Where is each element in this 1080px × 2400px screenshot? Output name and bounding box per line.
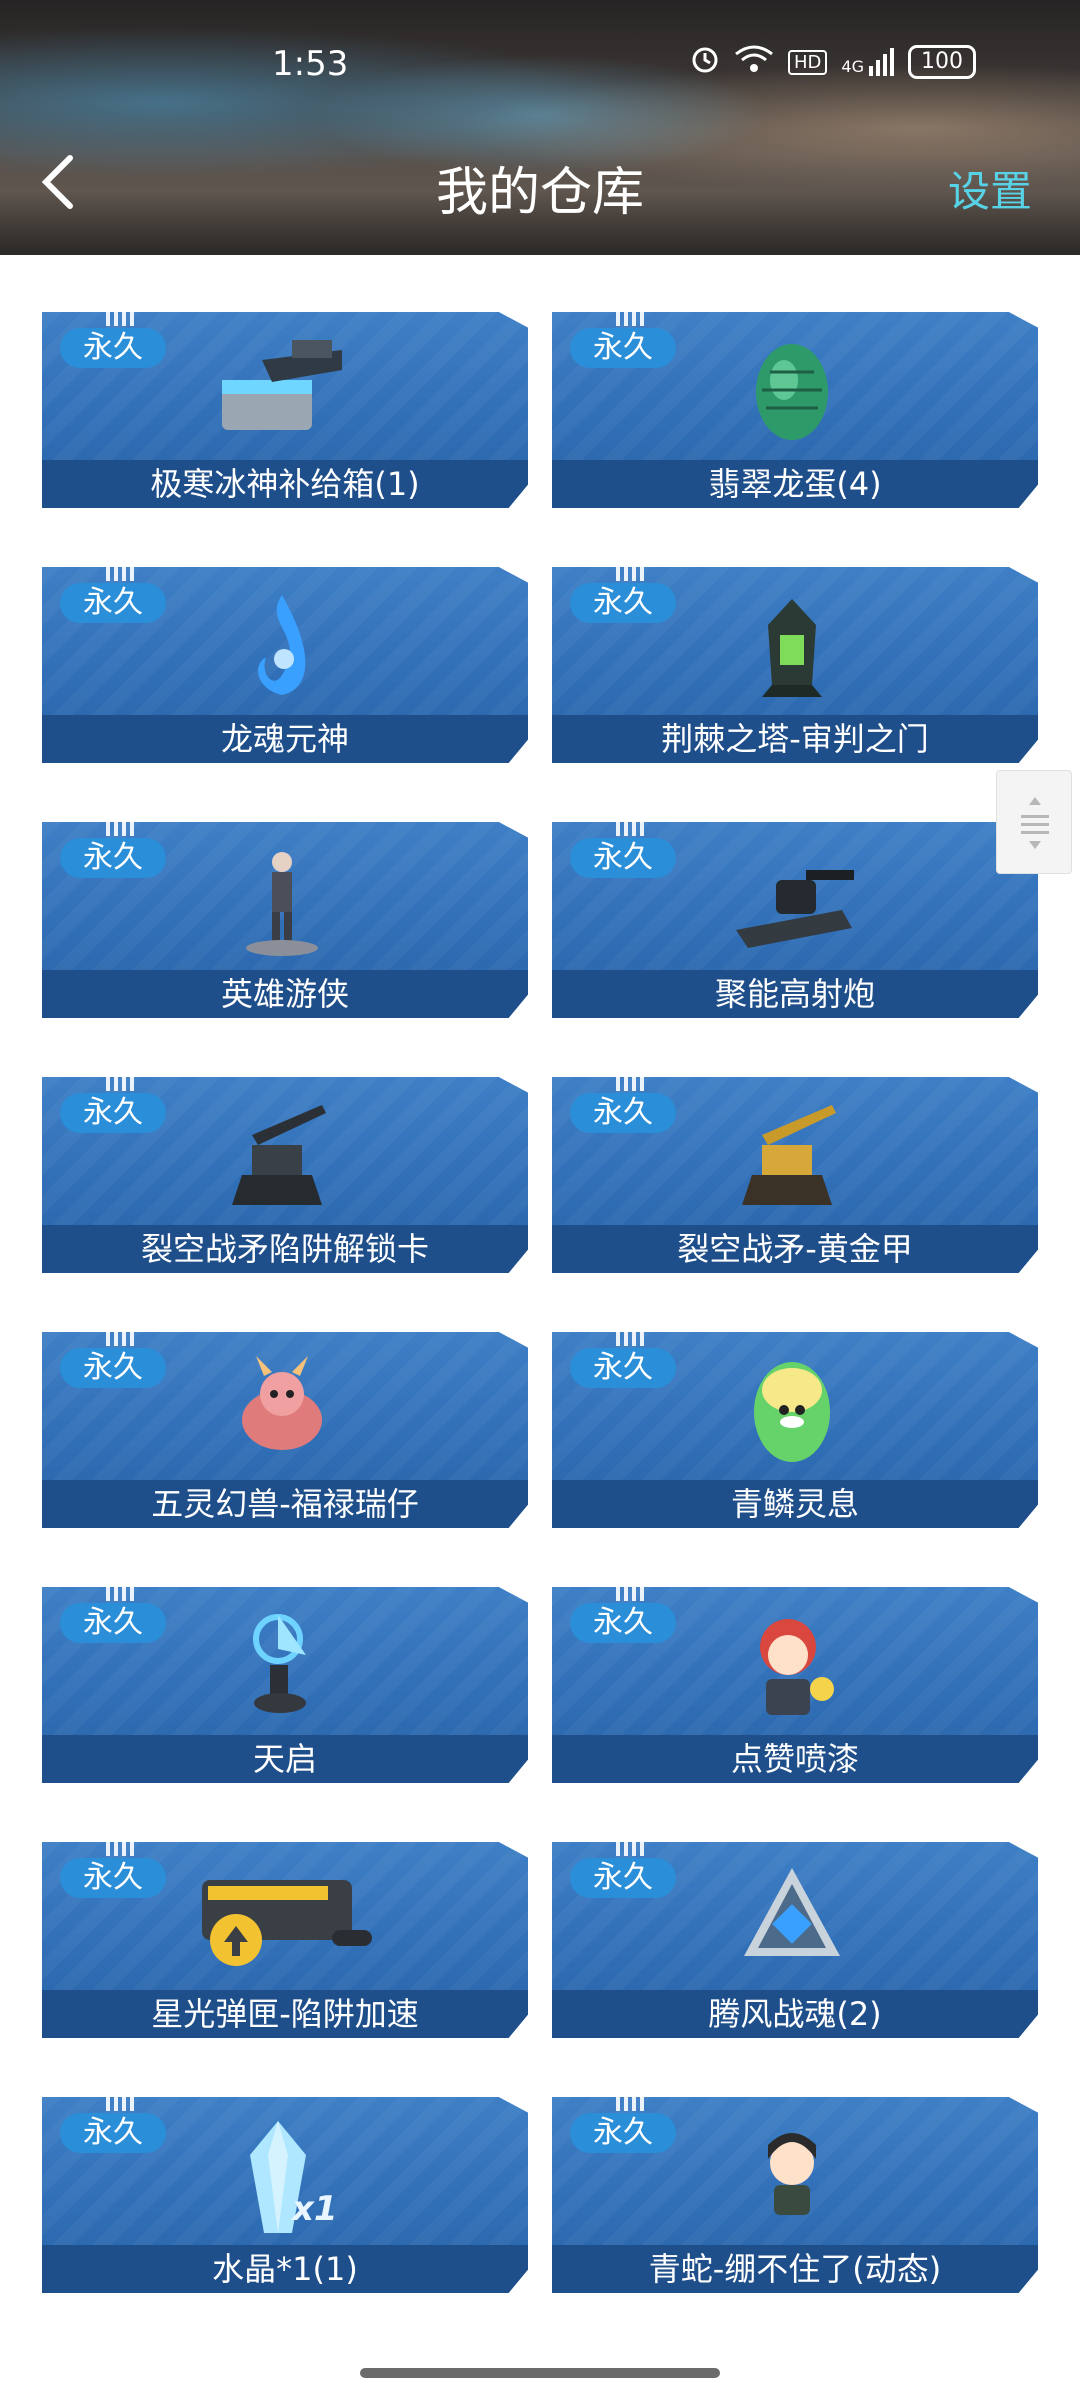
item-name: 腾风战魂(2) bbox=[552, 1990, 1038, 2038]
permanent-tag: 永久 bbox=[570, 583, 676, 623]
alarm-icon bbox=[690, 44, 720, 80]
item-name: 青蛇-绷不住了(动态) bbox=[552, 2245, 1038, 2293]
avatar-sticker-icon bbox=[722, 2115, 862, 2235]
dragon-egg-icon bbox=[722, 330, 862, 450]
apocalypse-tower-icon bbox=[212, 1605, 352, 1725]
card-notch bbox=[616, 1587, 648, 1601]
status-icons: HD 4G 100 bbox=[690, 44, 976, 80]
signal-icon: 4G bbox=[841, 48, 894, 76]
permanent-tag: 永久 bbox=[60, 1093, 166, 1133]
card-notch bbox=[616, 312, 648, 326]
item-name: 英雄游侠 bbox=[42, 970, 528, 1018]
item-name: 五灵幻兽-福禄瑞仔 bbox=[42, 1480, 528, 1528]
wifi-icon bbox=[734, 44, 774, 80]
item-card[interactable]: 永久 英雄游侠 bbox=[42, 822, 528, 1018]
permanent-tag: 永久 bbox=[570, 838, 676, 878]
supply-box-icon bbox=[212, 330, 352, 450]
permanent-tag: 永久 bbox=[60, 328, 166, 368]
permanent-tag: 永久 bbox=[570, 2113, 676, 2153]
item-card[interactable]: 永久 龙魂元神 bbox=[42, 567, 528, 763]
golden-turret-icon bbox=[722, 1095, 862, 1215]
tower-icon bbox=[722, 585, 862, 705]
item-name: 翡翠龙蛋(4) bbox=[552, 460, 1038, 508]
like-spray-icon bbox=[722, 1605, 862, 1725]
item-card[interactable]: 永久 青鳞灵息 bbox=[552, 1332, 1038, 1528]
item-card[interactable]: 永久 腾风战魂(2) bbox=[552, 1842, 1038, 2038]
permanent-tag: 永久 bbox=[60, 583, 166, 623]
hero-figure-icon bbox=[212, 840, 352, 960]
scroll-handle[interactable] bbox=[996, 770, 1072, 874]
ammo-clip-icon bbox=[182, 1860, 382, 1980]
item-name: 青鳞灵息 bbox=[552, 1480, 1038, 1528]
card-notch bbox=[616, 567, 648, 581]
cannon-icon bbox=[722, 840, 862, 960]
card-notch bbox=[106, 1077, 138, 1091]
home-indicator[interactable] bbox=[360, 2368, 720, 2378]
item-card[interactable]: 永久 裂空战矛-黄金甲 bbox=[552, 1077, 1038, 1273]
card-notch bbox=[616, 1842, 648, 1856]
network-label: 4G bbox=[841, 57, 864, 76]
permanent-tag: 永久 bbox=[570, 1348, 676, 1388]
crystal-count-badge: x1 bbox=[292, 2189, 338, 2229]
item-card[interactable]: 永久 星光弹匣-陷阱加速 bbox=[42, 1842, 528, 2038]
item-card[interactable]: 永久 荆棘之塔-审判之门 bbox=[552, 567, 1038, 763]
battery-icon: 100 bbox=[907, 45, 976, 79]
permanent-tag: 永久 bbox=[570, 1603, 676, 1643]
item-name: 荆棘之塔-审判之门 bbox=[552, 715, 1038, 763]
item-name: 点赞喷漆 bbox=[552, 1735, 1038, 1783]
card-notch bbox=[106, 822, 138, 836]
permanent-tag: 永久 bbox=[60, 1348, 166, 1388]
item-name: 龙魂元神 bbox=[42, 715, 528, 763]
green-egg-icon bbox=[722, 1350, 862, 1470]
item-card[interactable]: 永久 点赞喷漆 bbox=[552, 1587, 1038, 1783]
card-notch bbox=[106, 2097, 138, 2111]
card-notch bbox=[106, 567, 138, 581]
item-name: 裂空战矛陷阱解锁卡 bbox=[42, 1225, 528, 1273]
settings-link[interactable]: 设置 bbox=[948, 158, 1032, 219]
item-card[interactable]: 永久 五灵幻兽-福禄瑞仔 bbox=[42, 1332, 528, 1528]
hd-icon: HD bbox=[788, 49, 828, 75]
card-notch bbox=[106, 1332, 138, 1346]
card-notch bbox=[106, 1587, 138, 1601]
card-notch bbox=[616, 1332, 648, 1346]
blue-flame-icon bbox=[212, 585, 352, 705]
item-name: 星光弹匣-陷阱加速 bbox=[42, 1990, 528, 2038]
card-notch bbox=[106, 1842, 138, 1856]
item-name: 极寒冰神补给箱(1) bbox=[42, 460, 528, 508]
item-name: 水晶*1(1) bbox=[42, 2245, 528, 2293]
card-notch bbox=[616, 2097, 648, 2111]
war-soul-icon bbox=[722, 1860, 862, 1980]
permanent-tag: 永久 bbox=[60, 1603, 166, 1643]
permanent-tag: 永久 bbox=[570, 328, 676, 368]
permanent-tag: 永久 bbox=[60, 1858, 166, 1898]
item-name: 聚能高射炮 bbox=[552, 970, 1038, 1018]
item-card[interactable]: 永久 极寒冰神补给箱(1) bbox=[42, 312, 528, 508]
item-card[interactable]: 永久 x1 水晶*1(1) bbox=[42, 2097, 528, 2293]
permanent-tag: 永久 bbox=[570, 1858, 676, 1898]
item-card[interactable]: 永久 天启 bbox=[42, 1587, 528, 1783]
beast-pet-icon bbox=[212, 1350, 352, 1470]
item-name: 天启 bbox=[42, 1735, 528, 1783]
item-card[interactable]: 永久 翡翠龙蛋(4) bbox=[552, 312, 1038, 508]
card-notch bbox=[106, 312, 138, 326]
page-title: 我的仓库 bbox=[435, 163, 644, 223]
item-card[interactable]: 永久 青蛇-绷不住了(动态) bbox=[552, 2097, 1038, 2293]
status-time: 1:53 bbox=[272, 44, 349, 84]
permanent-tag: 永久 bbox=[570, 1093, 676, 1133]
turret-icon bbox=[212, 1095, 352, 1215]
item-card[interactable]: 永久 裂空战矛陷阱解锁卡 bbox=[42, 1077, 528, 1273]
permanent-tag: 永久 bbox=[60, 838, 166, 878]
item-card[interactable]: 永久 聚能高射炮 bbox=[552, 822, 1038, 1018]
permanent-tag: 永久 bbox=[60, 2113, 166, 2153]
item-name: 裂空战矛-黄金甲 bbox=[552, 1225, 1038, 1273]
card-notch bbox=[616, 822, 648, 836]
header-banner: 1:53 HD 4G 100 我的仓库 设置 bbox=[0, 0, 1080, 255]
card-notch bbox=[616, 1077, 648, 1091]
